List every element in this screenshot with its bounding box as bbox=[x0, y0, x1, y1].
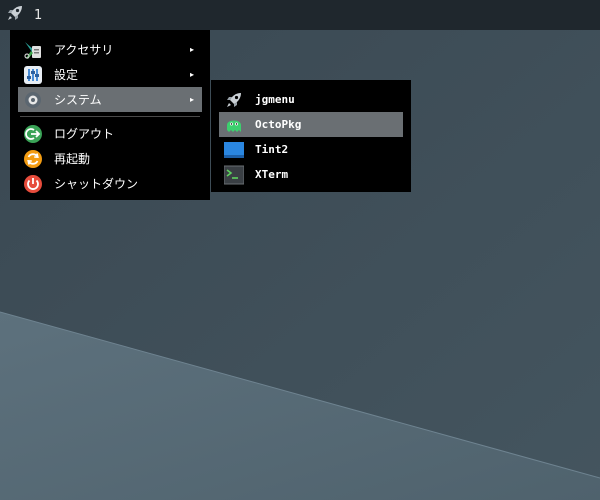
menu-item-label: 再起動 bbox=[54, 152, 91, 166]
settings-icon bbox=[22, 64, 44, 86]
octopkg-icon bbox=[223, 114, 245, 136]
submenu-arrow-icon: ▸ bbox=[189, 70, 194, 79]
menu-item-label: アクセサリ bbox=[54, 43, 114, 57]
logout-icon bbox=[22, 123, 44, 145]
system-submenu: jgmenu OctoPkg Tint2 XTerm bbox=[211, 80, 411, 192]
submenu-arrow-icon: ▸ bbox=[189, 95, 194, 104]
menu-item-accessories[interactable]: アクセサリ ▸ bbox=[18, 37, 202, 62]
menu-item-label: シャットダウン bbox=[54, 177, 139, 191]
reboot-icon bbox=[22, 148, 44, 170]
taskbar: 1 bbox=[0, 0, 600, 30]
submenu-item-label: OctoPkg bbox=[255, 118, 302, 131]
submenu-item-octopkg[interactable]: OctoPkg bbox=[219, 112, 403, 137]
submenu-item-label: jgmenu bbox=[255, 93, 295, 106]
main-menu: アクセサリ ▸ 設定 ▸ システム ▸ ログアウト 再起動 シャットダウン bbox=[10, 30, 210, 200]
menu-item-settings[interactable]: 設定 ▸ bbox=[18, 62, 202, 87]
desktop-number[interactable]: 1 bbox=[34, 8, 42, 23]
rocket-icon bbox=[223, 89, 245, 111]
menu-item-logout[interactable]: ログアウト bbox=[18, 121, 202, 146]
menu-separator bbox=[20, 116, 200, 117]
submenu-item-jgmenu[interactable]: jgmenu bbox=[219, 87, 403, 112]
submenu-item-label: Tint2 bbox=[255, 143, 289, 156]
submenu-item-xterm[interactable]: XTerm bbox=[219, 162, 403, 187]
menu-item-reboot[interactable]: 再起動 bbox=[18, 146, 202, 171]
submenu-arrow-icon: ▸ bbox=[189, 45, 194, 54]
shutdown-icon bbox=[22, 173, 44, 195]
menu-item-label: ログアウト bbox=[54, 127, 115, 141]
submenu-item-tint2[interactable]: Tint2 bbox=[219, 137, 403, 162]
accessories-icon bbox=[22, 39, 44, 61]
tint2-icon bbox=[223, 139, 245, 161]
menu-item-shutdown[interactable]: シャットダウン bbox=[18, 171, 202, 196]
menu-item-label: 設定 bbox=[54, 68, 79, 82]
submenu-item-label: XTerm bbox=[255, 168, 289, 181]
menu-launcher-button[interactable] bbox=[0, 0, 30, 30]
system-icon bbox=[22, 89, 44, 111]
menu-item-label: システム bbox=[54, 93, 102, 107]
menu-item-system[interactable]: システム ▸ bbox=[18, 87, 202, 112]
rocket-icon bbox=[5, 3, 25, 27]
terminal-icon bbox=[223, 164, 245, 186]
